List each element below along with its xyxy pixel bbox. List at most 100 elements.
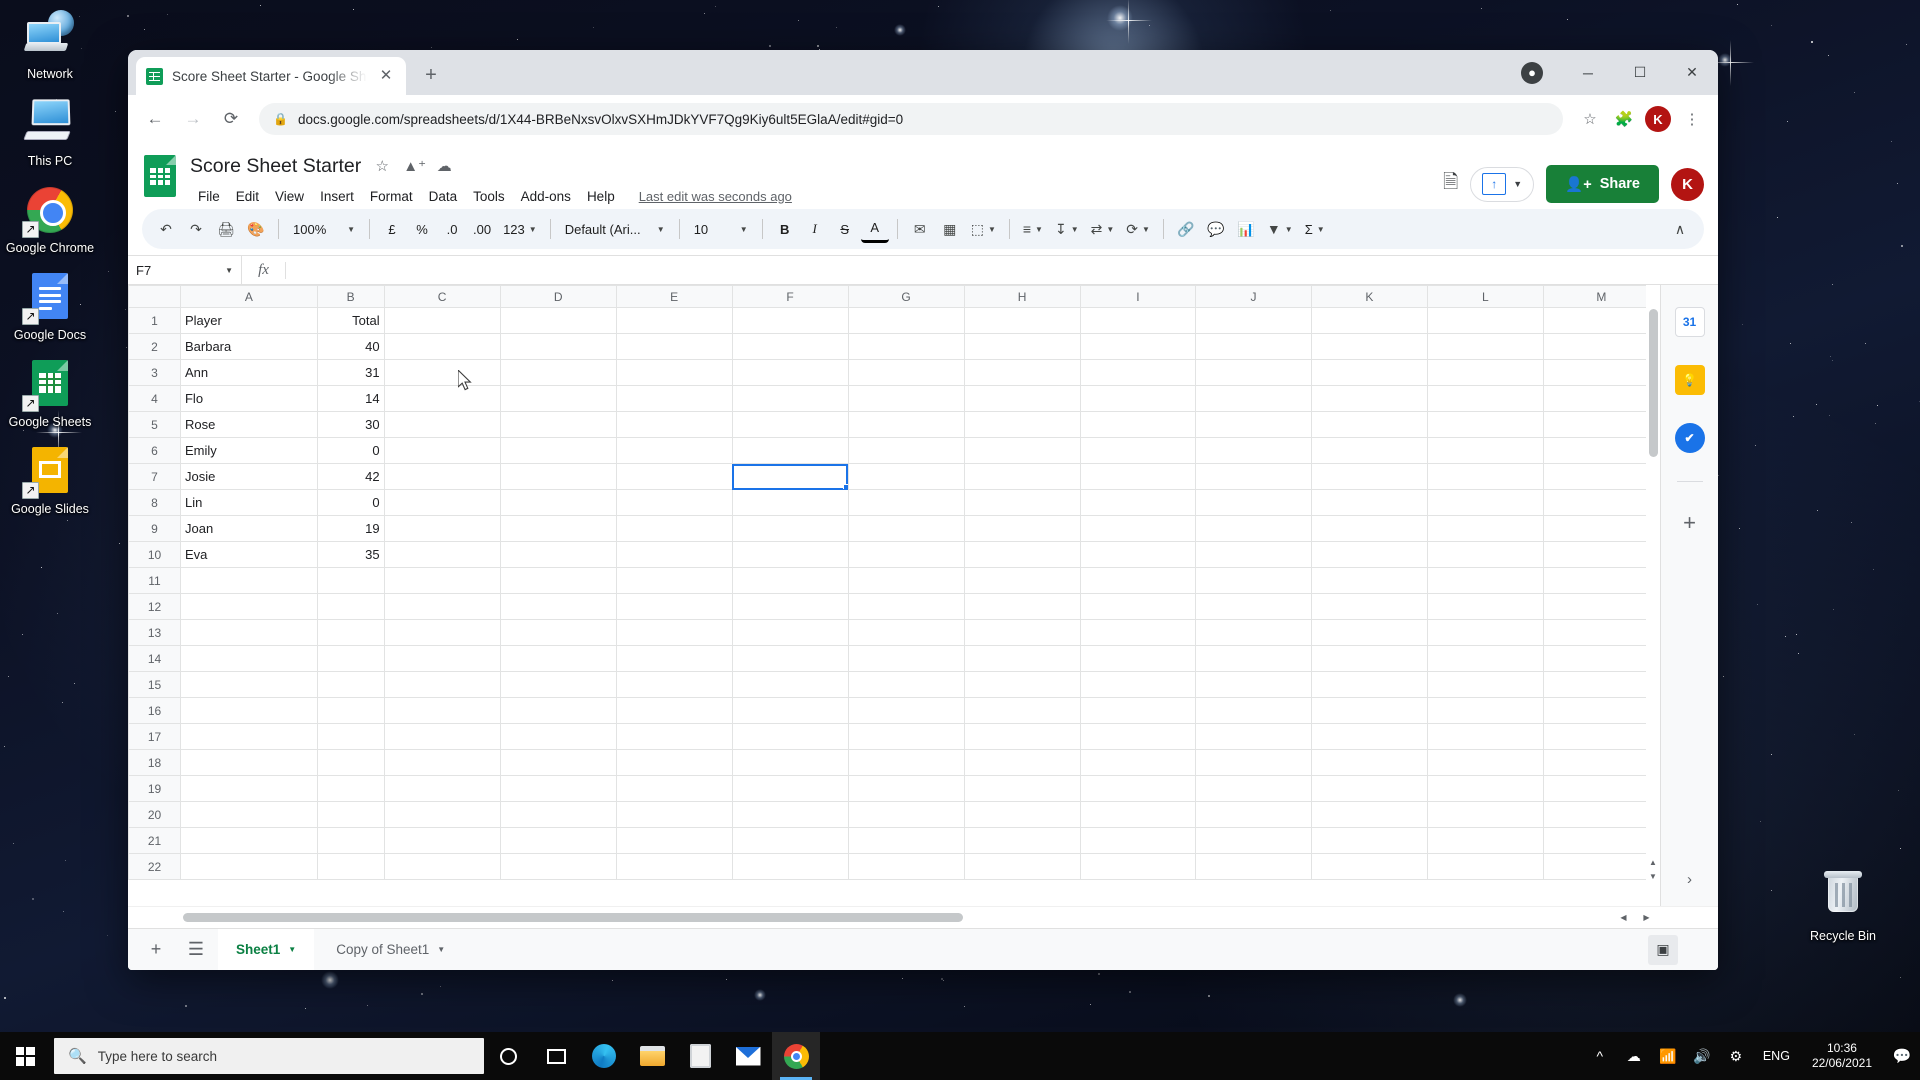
cell-J21[interactable]: [1195, 827, 1312, 854]
cell-C4[interactable]: [383, 385, 501, 412]
cell-M14[interactable]: [1542, 645, 1660, 672]
cell-J20[interactable]: [1195, 801, 1312, 828]
cell-C10[interactable]: [383, 541, 501, 568]
text-rotation-icon[interactable]: ⟳ ▼: [1121, 215, 1155, 243]
document-title[interactable]: Score Sheet Starter: [190, 155, 361, 178]
row-header-3[interactable]: 3: [128, 359, 181, 386]
cell-E3[interactable]: [615, 359, 733, 386]
cell-D1[interactable]: [499, 307, 617, 334]
cell-F11[interactable]: [731, 567, 849, 594]
cell-E6[interactable]: [615, 437, 733, 464]
cell-K11[interactable]: [1310, 567, 1428, 594]
cell-D17[interactable]: [499, 723, 617, 750]
name-box[interactable]: F7 ▼: [128, 255, 242, 285]
functions-button[interactable]: Σ ▼: [1300, 215, 1330, 243]
cell-H1[interactable]: [963, 307, 1081, 334]
cortana-icon[interactable]: [484, 1032, 532, 1080]
cell-K14[interactable]: [1310, 645, 1428, 672]
taskbar-clock[interactable]: 10:36 22/06/2021: [1800, 1041, 1884, 1071]
cell-G22[interactable]: [847, 853, 965, 880]
cell-I6[interactable]: [1079, 437, 1197, 464]
column-header-d[interactable]: D: [499, 285, 617, 308]
cell-F7[interactable]: [731, 463, 849, 490]
cell-M4[interactable]: [1542, 385, 1660, 412]
cell-E7[interactable]: [615, 463, 733, 490]
cell-M17[interactable]: [1542, 723, 1660, 750]
row-header-22[interactable]: 22: [128, 853, 181, 880]
cell-D13[interactable]: [499, 619, 617, 646]
row-header-21[interactable]: 21: [128, 827, 181, 854]
cell-J18[interactable]: [1195, 749, 1312, 776]
network-icon[interactable]: 📶: [1651, 1032, 1685, 1080]
cell-C22[interactable]: [383, 853, 501, 880]
account-avatar[interactable]: K: [1671, 167, 1704, 201]
desktop-icon-this-pc[interactable]: This PC: [0, 87, 100, 174]
cell-J17[interactable]: [1195, 723, 1312, 750]
cell-F12[interactable]: [731, 593, 849, 620]
row-header-2[interactable]: 2: [128, 333, 181, 360]
cell-I19[interactable]: [1079, 775, 1197, 802]
cell-H17[interactable]: [963, 723, 1081, 750]
present-button[interactable]: ↑ ▼: [1470, 166, 1535, 202]
cell-A9[interactable]: Joan: [179, 515, 318, 542]
insert-comment-icon[interactable]: 💬: [1202, 215, 1230, 243]
column-header-b[interactable]: B: [316, 285, 385, 308]
cell-A4[interactable]: Flo: [179, 385, 318, 412]
cell-K13[interactable]: [1310, 619, 1428, 646]
close-tab-icon[interactable]: ✕: [376, 66, 396, 86]
cell-B2[interactable]: 40: [316, 333, 385, 360]
paint-format-icon[interactable]: 🎨: [242, 215, 270, 243]
cell-A8[interactable]: Lin: [179, 489, 318, 516]
row-header-14[interactable]: 14: [128, 645, 181, 672]
decrease-decimal-button[interactable]: .0: [438, 215, 466, 243]
sheet-tab-sheet1[interactable]: Sheet1 ▼: [218, 928, 315, 970]
redo-icon[interactable]: ↷: [182, 215, 210, 243]
cell-K19[interactable]: [1310, 775, 1428, 802]
cell-M6[interactable]: [1542, 437, 1660, 464]
borders-icon[interactable]: ▦: [936, 215, 964, 243]
cell-B19[interactable]: [316, 775, 385, 802]
row-header-9[interactable]: 9: [128, 515, 181, 542]
cell-L15[interactable]: [1426, 671, 1544, 698]
cell-J8[interactable]: [1195, 489, 1312, 516]
cell-C15[interactable]: [383, 671, 501, 698]
cell-B17[interactable]: [316, 723, 385, 750]
cell-B16[interactable]: [316, 697, 385, 724]
cell-F16[interactable]: [731, 697, 849, 724]
font-selector[interactable]: Default (Ari... ▼: [559, 215, 671, 243]
cell-E15[interactable]: [615, 671, 733, 698]
cell-E12[interactable]: [615, 593, 733, 620]
cell-L21[interactable]: [1426, 827, 1544, 854]
scroll-up-arrow[interactable]: ▲: [1646, 856, 1660, 870]
cell-J15[interactable]: [1195, 671, 1312, 698]
minimize-button[interactable]: ─: [1562, 50, 1614, 95]
cell-C13[interactable]: [383, 619, 501, 646]
row-header-4[interactable]: 4: [128, 385, 181, 412]
cell-A14[interactable]: [179, 645, 318, 672]
cell-J22[interactable]: [1195, 853, 1312, 880]
cell-B15[interactable]: [316, 671, 385, 698]
cell-J2[interactable]: [1195, 333, 1312, 360]
cell-C9[interactable]: [383, 515, 501, 542]
cell-M3[interactable]: [1542, 359, 1660, 386]
cell-C7[interactable]: [383, 463, 501, 490]
cell-M22[interactable]: [1542, 853, 1660, 880]
cell-H4[interactable]: [963, 385, 1081, 412]
row-header-8[interactable]: 8: [128, 489, 181, 516]
column-header-e[interactable]: E: [615, 285, 733, 308]
cell-L22[interactable]: [1426, 853, 1544, 880]
cell-A1[interactable]: Player: [179, 307, 318, 334]
cell-B3[interactable]: 31: [316, 359, 385, 386]
cell-D16[interactable]: [499, 697, 617, 724]
row-header-19[interactable]: 19: [128, 775, 181, 802]
cell-C2[interactable]: [383, 333, 501, 360]
cell-B21[interactable]: [316, 827, 385, 854]
sheets-logo-icon[interactable]: [142, 155, 180, 201]
cell-D19[interactable]: [499, 775, 617, 802]
cell-K3[interactable]: [1310, 359, 1428, 386]
filter-icon[interactable]: ▼ ▼: [1262, 215, 1298, 243]
cell-K1[interactable]: [1310, 307, 1428, 334]
row-header-18[interactable]: 18: [128, 749, 181, 776]
chevron-down-icon[interactable]: ▼: [1513, 179, 1522, 189]
cell-H13[interactable]: [963, 619, 1081, 646]
